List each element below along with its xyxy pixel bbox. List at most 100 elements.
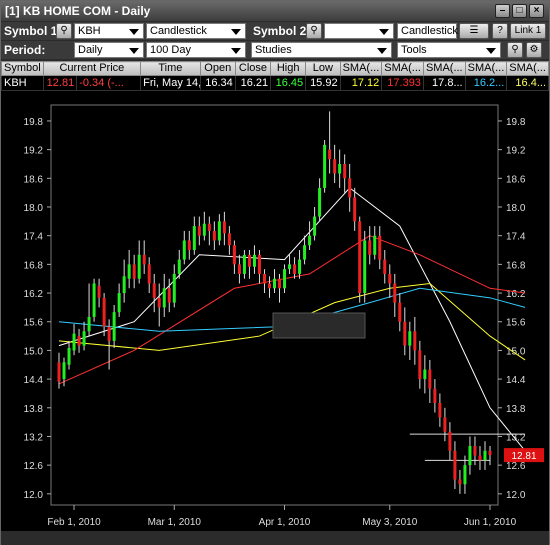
candle-body bbox=[483, 450, 487, 461]
y-tick-label-left: 15.0 bbox=[24, 346, 44, 357]
candle-body bbox=[378, 235, 382, 260]
col-header[interactable]: SMA(... bbox=[422, 61, 466, 76]
candle-body bbox=[242, 254, 246, 274]
y-tick-label-right: 12.0 bbox=[506, 490, 526, 501]
y-tick-label-left: 17.4 bbox=[24, 232, 44, 243]
y-tick-label-right: 16.8 bbox=[506, 260, 526, 271]
candle-body bbox=[177, 259, 181, 274]
candle-body bbox=[257, 254, 261, 274]
candle-body bbox=[318, 187, 322, 217]
cell-sma2: 17.393 bbox=[381, 75, 424, 91]
candle-body bbox=[217, 221, 221, 241]
candle-body bbox=[278, 278, 282, 289]
candle-body bbox=[323, 144, 327, 188]
candle-body bbox=[368, 240, 372, 255]
period-label: Period: bbox=[4, 43, 46, 57]
candle-body bbox=[92, 283, 96, 317]
link-button[interactable]: Link 1 bbox=[510, 23, 546, 39]
candle-body bbox=[232, 245, 236, 265]
col-header[interactable]: Time bbox=[140, 61, 201, 76]
col-header[interactable]: Low bbox=[305, 61, 341, 76]
candle-body bbox=[288, 264, 292, 270]
cell-price: 12.81 bbox=[42, 75, 78, 91]
candle-body bbox=[147, 264, 151, 284]
candle-body bbox=[167, 288, 171, 303]
close-button[interactable]: × bbox=[529, 4, 544, 18]
col-header[interactable]: SMA(... bbox=[464, 61, 508, 76]
cell-symbol: KBH bbox=[1, 75, 44, 91]
maximize-button[interactable]: □ bbox=[512, 4, 527, 18]
y-tick-label-right: 15.6 bbox=[506, 318, 526, 329]
search-icon[interactable]: ⚲ bbox=[56, 23, 72, 39]
candle-body bbox=[137, 254, 141, 279]
candle-body bbox=[187, 240, 191, 251]
minimize-button[interactable]: – bbox=[495, 4, 510, 18]
candle-body bbox=[127, 264, 131, 279]
col-header[interactable]: Symbol bbox=[1, 61, 44, 76]
y-tick-label-left: 14.4 bbox=[24, 375, 44, 386]
quote-row[interactable]: KBH 12.81 -0.34 (-... Fri, May 14,... 16… bbox=[1, 75, 549, 91]
candle-body bbox=[62, 362, 66, 380]
col-header[interactable]: SMA(... bbox=[339, 61, 383, 76]
symbol1-label: Symbol 1: bbox=[4, 24, 62, 38]
candle-body bbox=[453, 450, 457, 480]
col-header[interactable]: SMA(... bbox=[506, 61, 549, 76]
period-select[interactable]: Daily bbox=[74, 42, 144, 58]
candle-body bbox=[458, 479, 462, 485]
candle-body bbox=[162, 288, 166, 308]
cell-close: 16.21 bbox=[234, 75, 272, 91]
candle-body bbox=[448, 431, 452, 451]
candle-body bbox=[488, 450, 492, 456]
settings-icon[interactable]: ⚙ bbox=[526, 42, 542, 58]
title-bar[interactable]: [1] KB HOME COM - Daily – □ × bbox=[1, 1, 549, 21]
col-header[interactable]: Open bbox=[199, 61, 236, 76]
col-header[interactable]: Current Price bbox=[42, 61, 142, 76]
candle-body bbox=[478, 455, 482, 461]
symbol1-field[interactable]: KBH bbox=[74, 23, 144, 39]
candle-body bbox=[293, 264, 297, 274]
candle-body bbox=[102, 297, 106, 327]
candle-body bbox=[72, 333, 76, 351]
candle-body bbox=[348, 178, 352, 198]
list-menu-icon[interactable]: ☰ bbox=[459, 23, 489, 39]
range-select[interactable]: 100 Day bbox=[146, 42, 246, 58]
candle-body bbox=[272, 278, 277, 289]
y-tick-label-left: 18.6 bbox=[24, 174, 44, 185]
col-header[interactable]: SMA(... bbox=[381, 61, 424, 76]
price-chart[interactable]: 19.8 19.8 19.2 19.2 18.6 18.6 18.0 18.0 17.4 17.4… bbox=[1, 91, 549, 531]
candle-body bbox=[423, 369, 427, 380]
cell-sma5: 16.4... bbox=[506, 75, 549, 91]
candle-body bbox=[77, 336, 81, 346]
candle-body bbox=[428, 369, 432, 389]
y-tick-label-right: 18.6 bbox=[506, 174, 526, 185]
tools-select[interactable]: Tools bbox=[397, 42, 501, 58]
studies-select[interactable]: Studies bbox=[251, 42, 392, 58]
candle-body bbox=[413, 331, 417, 351]
col-header[interactable]: Close bbox=[234, 61, 272, 76]
y-tick-label-right: 15.0 bbox=[506, 346, 526, 357]
quote-header-row: Symbol Current Price Time Open Close Hig… bbox=[1, 61, 549, 76]
help-button[interactable]: ? bbox=[492, 23, 508, 39]
candle-body bbox=[172, 273, 176, 303]
candle-body bbox=[122, 276, 126, 294]
candle-body bbox=[308, 235, 312, 246]
candle-body bbox=[267, 283, 271, 289]
quote-table: Symbol Current Price Time Open Close Hig… bbox=[1, 61, 549, 91]
col-header[interactable]: High bbox=[270, 61, 307, 76]
candle-body bbox=[468, 446, 472, 466]
candle-body bbox=[408, 331, 412, 346]
zoom-icon[interactable]: ⚲ bbox=[507, 42, 523, 58]
cell-change: -0.34 (-... bbox=[76, 75, 142, 91]
candle-body bbox=[82, 331, 86, 346]
candle-body bbox=[117, 293, 121, 313]
candle-body bbox=[157, 297, 161, 308]
symbol2-field[interactable] bbox=[324, 23, 394, 39]
chart-svg[interactable]: 19.8 19.8 19.2 19.2 18.6 18.6 18.0 18.0 17.4 17.4… bbox=[1, 91, 549, 531]
search-icon[interactable]: ⚲ bbox=[306, 23, 322, 39]
y-tick-label-left: 12.6 bbox=[24, 461, 44, 472]
chart-type-select[interactable]: Candlestick bbox=[146, 23, 246, 39]
y-tick-label-left: 15.6 bbox=[24, 318, 44, 329]
y-tick-label-right: 17.4 bbox=[506, 232, 526, 243]
chart-type2-select[interactable]: Candlestick bbox=[397, 23, 458, 39]
period-toolbar: Period: Daily 100 Day Studies Tools ⚲ ⚙ bbox=[1, 41, 549, 59]
